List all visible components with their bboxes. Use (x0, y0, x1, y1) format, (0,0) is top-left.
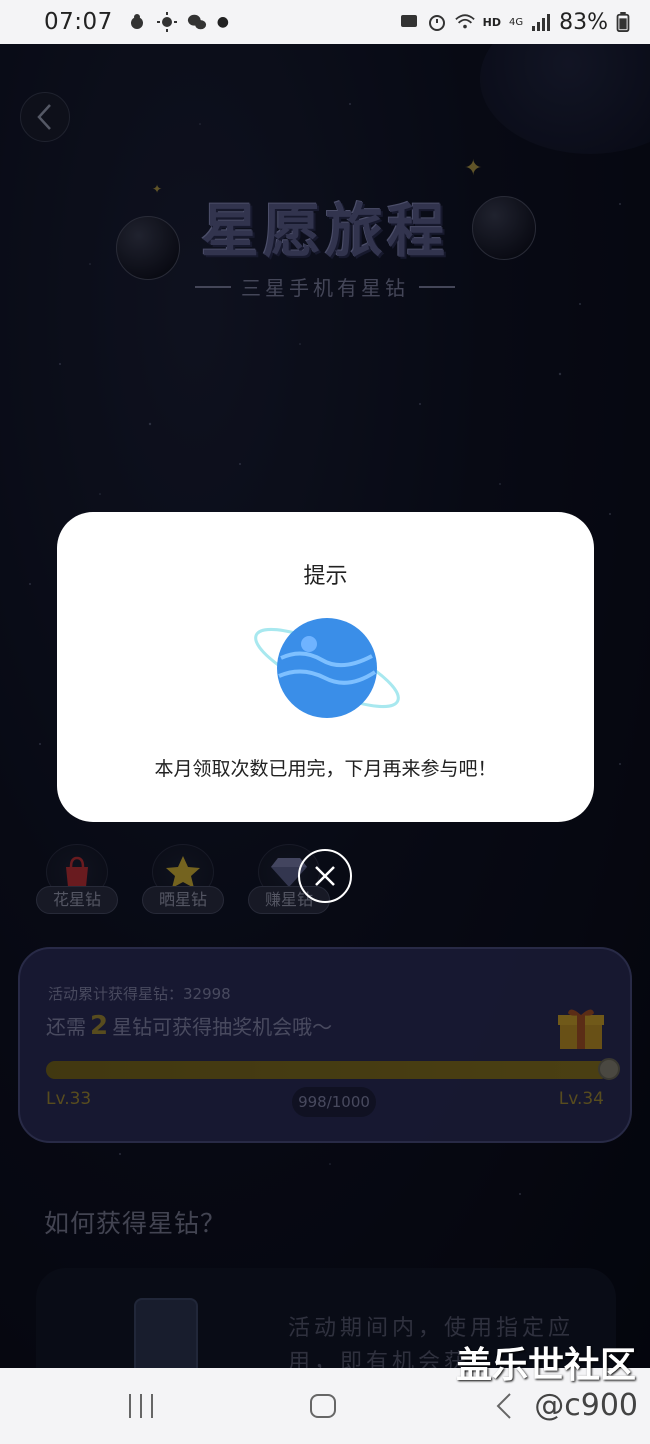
status-bar: 07:07 ● HD 4G 83% (0, 0, 650, 44)
alarm-icon (428, 15, 445, 31)
battery-icon (616, 12, 630, 32)
message-icon (400, 15, 417, 27)
more-notifications-dot: ● (216, 14, 230, 30)
signal-type-label: 4G (508, 16, 524, 28)
watermark-handle: @c900 (534, 1388, 638, 1423)
battery-percent: 83% (559, 9, 608, 35)
status-right-icons: HD 4G 83% (399, 10, 630, 35)
sun-icon (156, 12, 177, 32)
signal-icon (532, 14, 551, 31)
wechat-icon (187, 14, 206, 30)
status-time: 07:07 (44, 9, 113, 35)
close-icon (315, 866, 335, 886)
recent-apps-icon[interactable] (126, 1390, 156, 1422)
dialog-title: 提示 (303, 564, 348, 589)
watermark-text: 盖乐世社区 (455, 1345, 636, 1386)
back-nav-icon[interactable] (494, 1390, 514, 1422)
wifi-icon (454, 14, 475, 29)
planet-icon (254, 618, 400, 718)
dialog-message: 本月领取次数已用完，下月再来参与吧！ (154, 758, 497, 780)
status-left-icons: ● (127, 12, 229, 32)
home-icon[interactable] (308, 1390, 338, 1422)
tip-dialog: 提示 本月领取次数已用完，下月再来参与吧！ (57, 512, 594, 822)
dialog-close-button[interactable] (298, 849, 352, 903)
hd-label: HD (482, 15, 501, 29)
notification-app-icon (130, 14, 143, 29)
